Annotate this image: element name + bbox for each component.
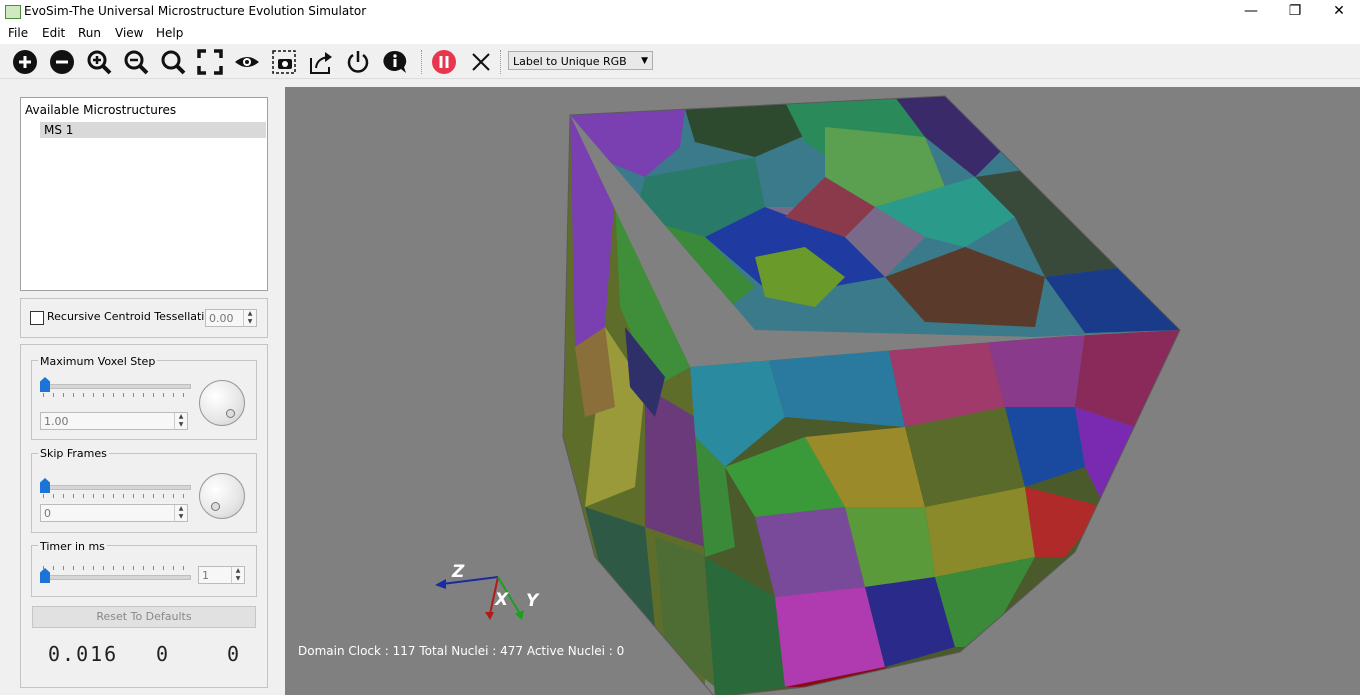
skip-frames-value: 0 bbox=[44, 507, 51, 520]
recursive-value: 0.00 bbox=[209, 312, 234, 325]
export-icon[interactable] bbox=[307, 48, 335, 76]
title-bar: EvoSim-The Universal Microstructure Evol… bbox=[0, 0, 1360, 24]
close-icon[interactable] bbox=[467, 48, 495, 76]
simulation-status: Domain Clock : 117 Total Nuclei : 477 Ac… bbox=[298, 644, 625, 658]
lcd-counter-1: 0 bbox=[156, 642, 171, 666]
list-item[interactable]: MS 1 bbox=[40, 122, 266, 138]
visibility-eye-icon[interactable] bbox=[233, 48, 261, 76]
timer-label: Timer in ms bbox=[38, 540, 107, 553]
menu-edit[interactable]: Edit bbox=[42, 26, 65, 40]
axis-y-label: Y bbox=[526, 591, 539, 611]
timer-value: 1 bbox=[202, 569, 209, 582]
minimize-button[interactable]: — bbox=[1228, 0, 1274, 24]
remove-icon[interactable] bbox=[48, 48, 76, 76]
microstructure-list[interactable]: Available Microstructures MS 1 bbox=[20, 97, 268, 291]
color-mode-value: Label to Unique RGB bbox=[513, 55, 627, 68]
slider-ticks bbox=[43, 393, 191, 397]
slider-ticks bbox=[43, 566, 191, 570]
spin-arrows-icon[interactable]: ▲ ▼ bbox=[174, 413, 187, 429]
axis-x-label: X bbox=[495, 590, 509, 610]
max-voxel-spinbox[interactable]: 1.00 ▲ ▼ bbox=[40, 412, 188, 430]
spin-arrows-icon[interactable]: ▲ ▼ bbox=[174, 505, 187, 521]
info-icon[interactable] bbox=[381, 48, 409, 76]
timer-spinbox[interactable]: 1 ▲ ▼ bbox=[198, 566, 245, 584]
app-icon bbox=[5, 5, 21, 19]
recursive-centroid-checkbox[interactable] bbox=[30, 311, 44, 325]
axis-z-label: Z bbox=[452, 562, 465, 582]
toolbar-separator bbox=[421, 50, 423, 74]
recursive-value-spinbox[interactable]: 0.00 ▲ ▼ bbox=[205, 309, 257, 327]
close-window-button[interactable]: ✕ bbox=[1316, 0, 1360, 24]
menu-file[interactable]: File bbox=[8, 26, 28, 40]
add-icon[interactable] bbox=[11, 48, 39, 76]
spin-arrows-icon[interactable]: ▲ ▼ bbox=[231, 567, 244, 583]
lcd-time: 0.016 bbox=[48, 642, 119, 666]
toolbar-separator bbox=[500, 50, 502, 74]
window-title: EvoSim-The Universal Microstructure Evol… bbox=[24, 4, 367, 18]
max-voxel-slider[interactable] bbox=[41, 384, 191, 389]
menu-bar: File Edit Run View Help bbox=[0, 24, 1360, 44]
screenshot-camera-icon[interactable] bbox=[270, 48, 298, 76]
slider-ticks bbox=[43, 494, 191, 498]
timer-slider[interactable] bbox=[41, 575, 191, 580]
recursive-centroid-label: Recursive Centroid Tessellation bbox=[47, 310, 219, 323]
skip-frames-label: Skip Frames bbox=[38, 447, 109, 460]
menu-run[interactable]: Run bbox=[78, 26, 101, 40]
lcd-counter-2: 0 bbox=[227, 642, 242, 666]
toolbar: Label to Unique RGB ▼ bbox=[0, 44, 1360, 79]
color-mode-select[interactable]: Label to Unique RGB ▼ bbox=[508, 51, 653, 70]
render-viewport[interactable]: Z X Y Domain Clock : 117 Total Nuclei : … bbox=[285, 87, 1360, 695]
zoom-out-icon[interactable] bbox=[122, 48, 150, 76]
power-icon[interactable] bbox=[344, 48, 372, 76]
zoom-in-icon[interactable] bbox=[85, 48, 113, 76]
left-panel: Available Microstructures MS 1 Recursive… bbox=[10, 88, 278, 688]
skip-frames-spinbox[interactable]: 0 ▲ ▼ bbox=[40, 504, 188, 522]
axes-gizmo: Z X Y bbox=[430, 562, 550, 632]
skip-frames-dial[interactable] bbox=[199, 473, 245, 519]
list-title: Available Microstructures bbox=[25, 103, 177, 117]
menu-help[interactable]: Help bbox=[156, 26, 183, 40]
fit-view-icon[interactable] bbox=[196, 48, 224, 76]
restore-button[interactable]: ❐ bbox=[1272, 0, 1318, 24]
pause-icon[interactable] bbox=[430, 48, 458, 76]
skip-frames-slider[interactable] bbox=[41, 485, 191, 490]
reset-defaults-button[interactable]: Reset To Defaults bbox=[32, 606, 256, 628]
max-voxel-value: 1.00 bbox=[44, 415, 69, 428]
search-icon[interactable] bbox=[159, 48, 187, 76]
max-voxel-label: Maximum Voxel Step bbox=[38, 355, 158, 368]
menu-view[interactable]: View bbox=[115, 26, 143, 40]
chevron-down-icon: ▼ bbox=[641, 56, 648, 66]
spin-arrows-icon[interactable]: ▲ ▼ bbox=[243, 310, 256, 326]
max-voxel-dial[interactable] bbox=[199, 380, 245, 426]
